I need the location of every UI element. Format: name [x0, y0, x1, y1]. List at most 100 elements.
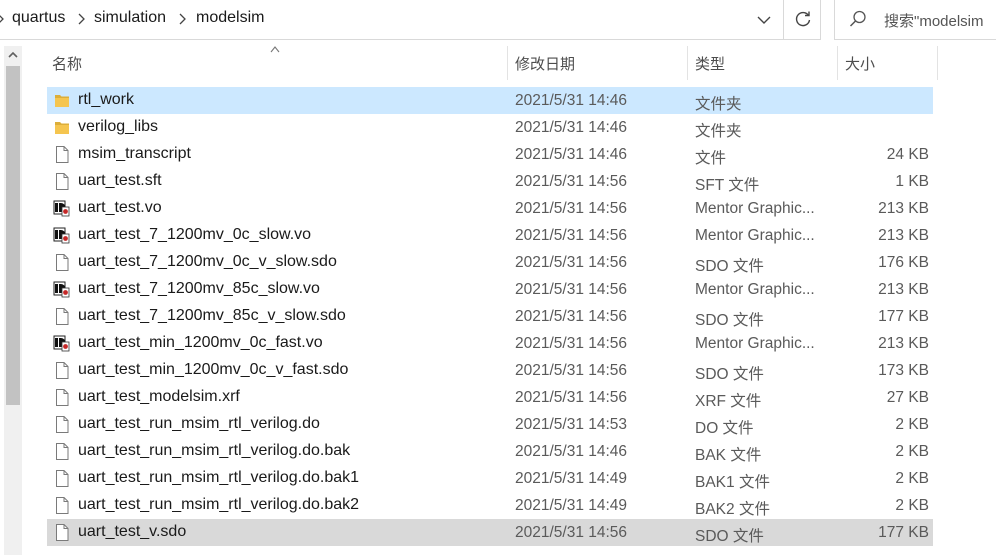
- file-row[interactable]: uart_test_run_msim_rtl_verilog.do.bak2 20…: [47, 492, 933, 519]
- refresh-icon[interactable]: [792, 8, 814, 30]
- file-modified-date: 2021/5/31 14:56: [515, 308, 628, 325]
- file-icon: [53, 361, 71, 380]
- file-size: 2 KB: [895, 416, 929, 433]
- file-modified-date: 2021/5/31 14:56: [515, 227, 628, 244]
- file-row[interactable]: uart_test_min_1200mv_0c_v_fast.sdo 2021/5…: [47, 357, 933, 384]
- file-name: uart_test_7_1200mv_0c_v_slow.sdo: [78, 253, 337, 270]
- file-name: uart_test_run_msim_rtl_verilog.do.bak: [78, 442, 351, 459]
- file-size: 213 KB: [878, 281, 929, 298]
- file-modified-date: 2021/5/31 14:46: [515, 146, 628, 163]
- file-size: 2 KB: [895, 470, 929, 487]
- file-type: SFT 文件: [695, 177, 760, 194]
- column-divider[interactable]: [687, 46, 688, 80]
- file-size: 24 KB: [886, 146, 929, 163]
- search-input[interactable]: 搜索"modelsim: [884, 10, 984, 31]
- chevron-right-icon[interactable]: [177, 10, 189, 28]
- search-icon: [848, 9, 868, 29]
- file-name: uart_test_min_1200mv_0c_v_fast.sdo: [78, 361, 349, 378]
- file-icon: [53, 172, 71, 191]
- chevron-right-icon[interactable]: [76, 10, 88, 28]
- file-modified-date: 2021/5/31 14:56: [515, 254, 628, 271]
- column-header-size[interactable]: 大小: [845, 53, 875, 74]
- file-size: 27 KB: [886, 389, 929, 406]
- column-divider[interactable]: [837, 46, 838, 80]
- file-size: 213 KB: [878, 335, 929, 352]
- file-icon: [53, 523, 71, 542]
- file-row[interactable]: uart_test_7_1200mv_0c_v_slow.sdo 2021/5/3…: [47, 249, 933, 276]
- scroll-up-icon[interactable]: [4, 46, 22, 64]
- file-icon: [53, 388, 71, 407]
- divider: [783, 0, 784, 39]
- file-size: 2 KB: [895, 497, 929, 514]
- chevron-right-icon[interactable]: [0, 10, 7, 28]
- file-name: uart_test.sft: [78, 172, 162, 189]
- file-modified-date: 2021/5/31 14:56: [515, 524, 628, 541]
- file-icon: [53, 496, 71, 515]
- file-size: 176 KB: [878, 254, 929, 271]
- file-modified-date: 2021/5/31 14:56: [515, 389, 628, 406]
- file-name: msim_transcript: [78, 145, 191, 162]
- file-size: 213 KB: [878, 200, 929, 217]
- file-size: 177 KB: [878, 308, 929, 325]
- file-row[interactable]: uart_test_v.sdo 2021/5/31 14:56 SDO 文件 177 …: [47, 519, 933, 546]
- file-row[interactable]: uart_test.sft 2021/5/31 14:56 SFT 文件 1 KB: [47, 168, 933, 195]
- file-row[interactable]: uart_test_7_1200mv_85c_slow.vo 2021/5/31 …: [47, 276, 933, 303]
- file-row[interactable]: uart_test_run_msim_rtl_verilog.do.bak1 20…: [47, 465, 933, 492]
- folder-icon: [53, 118, 71, 137]
- file-type: Mentor Graphic...: [695, 200, 815, 217]
- mentor-file-icon: [53, 334, 71, 353]
- file-type: 文件: [695, 150, 727, 167]
- column-divider[interactable]: [937, 46, 938, 80]
- sort-ascending-icon: [269, 41, 281, 53]
- column-header-name[interactable]: 名称: [52, 53, 82, 74]
- file-modified-date: 2021/5/31 14:53: [515, 416, 628, 433]
- file-icon: [53, 415, 71, 434]
- file-modified-date: 2021/5/31 14:49: [515, 470, 628, 487]
- column-header-type[interactable]: 类型: [695, 53, 725, 74]
- address-history-dropdown-icon[interactable]: [753, 12, 775, 28]
- file-name: rtl_work: [78, 91, 135, 108]
- file-modified-date: 2021/5/31 14:46: [515, 92, 628, 109]
- file-name: verilog_libs: [78, 118, 159, 135]
- file-row[interactable]: msim_transcript 2021/5/31 14:46 文件 24 KB: [47, 141, 933, 168]
- file-icon: [53, 307, 71, 326]
- scrollbar-thumb[interactable]: [6, 66, 20, 405]
- file-name: uart_test_7_1200mv_85c_v_slow.sdo: [78, 307, 346, 324]
- file-row[interactable]: uart_test_min_1200mv_0c_fast.vo 2021/5/31…: [47, 330, 933, 357]
- file-modified-date: 2021/5/31 14:56: [515, 281, 628, 298]
- column-header-date[interactable]: 修改日期: [515, 53, 575, 74]
- breadcrumb-item-quartus[interactable]: quartus: [12, 9, 65, 27]
- mentor-file-icon: [53, 199, 71, 218]
- file-type: Mentor Graphic...: [695, 281, 815, 298]
- file-row[interactable]: uart_test_7_1200mv_0c_slow.vo 2021/5/31 1…: [47, 222, 933, 249]
- file-type: DO 文件: [695, 420, 754, 437]
- file-row[interactable]: uart_test_run_msim_rtl_verilog.do 2021/5/…: [47, 411, 933, 438]
- file-type: 文件夹: [695, 123, 742, 140]
- file-modified-date: 2021/5/31 14:46: [515, 443, 628, 460]
- file-icon: [53, 442, 71, 461]
- mentor-file-icon: [53, 226, 71, 245]
- breadcrumb-item-modelsim[interactable]: modelsim: [196, 9, 264, 27]
- file-row[interactable]: uart_test_7_1200mv_85c_v_slow.sdo 2021/5/…: [47, 303, 933, 330]
- breadcrumb-item-simulation[interactable]: simulation: [94, 9, 166, 27]
- folder-icon: [53, 91, 71, 110]
- column-divider[interactable]: [507, 46, 508, 80]
- file-name: uart_test.vo: [78, 199, 162, 216]
- file-size: 177 KB: [878, 524, 929, 541]
- file-row[interactable]: uart_test_run_msim_rtl_verilog.do.bak 202…: [47, 438, 933, 465]
- file-name: uart_test_min_1200mv_0c_fast.vo: [78, 334, 323, 351]
- file-row[interactable]: rtl_work 2021/5/31 14:46 文件夹: [47, 87, 933, 114]
- file-row[interactable]: verilog_libs 2021/5/31 14:46 文件夹: [47, 114, 933, 141]
- file-modified-date: 2021/5/31 14:49: [515, 497, 628, 514]
- file-row[interactable]: uart_test_modelsim.xrf 2021/5/31 14:56 XRF…: [47, 384, 933, 411]
- file-type: BAK1 文件: [695, 474, 770, 491]
- file-icon: [53, 253, 71, 272]
- file-modified-date: 2021/5/31 14:56: [515, 362, 628, 379]
- mentor-file-icon: [53, 280, 71, 299]
- file-name: uart_test_run_msim_rtl_verilog.do.bak2: [78, 496, 360, 513]
- file-icon: [53, 469, 71, 488]
- file-type: SDO 文件: [695, 528, 764, 545]
- file-size: 1 KB: [895, 173, 929, 190]
- file-type: Mentor Graphic...: [695, 227, 815, 244]
- file-row[interactable]: uart_test.vo 2021/5/31 14:56 Mentor Graphi…: [47, 195, 933, 222]
